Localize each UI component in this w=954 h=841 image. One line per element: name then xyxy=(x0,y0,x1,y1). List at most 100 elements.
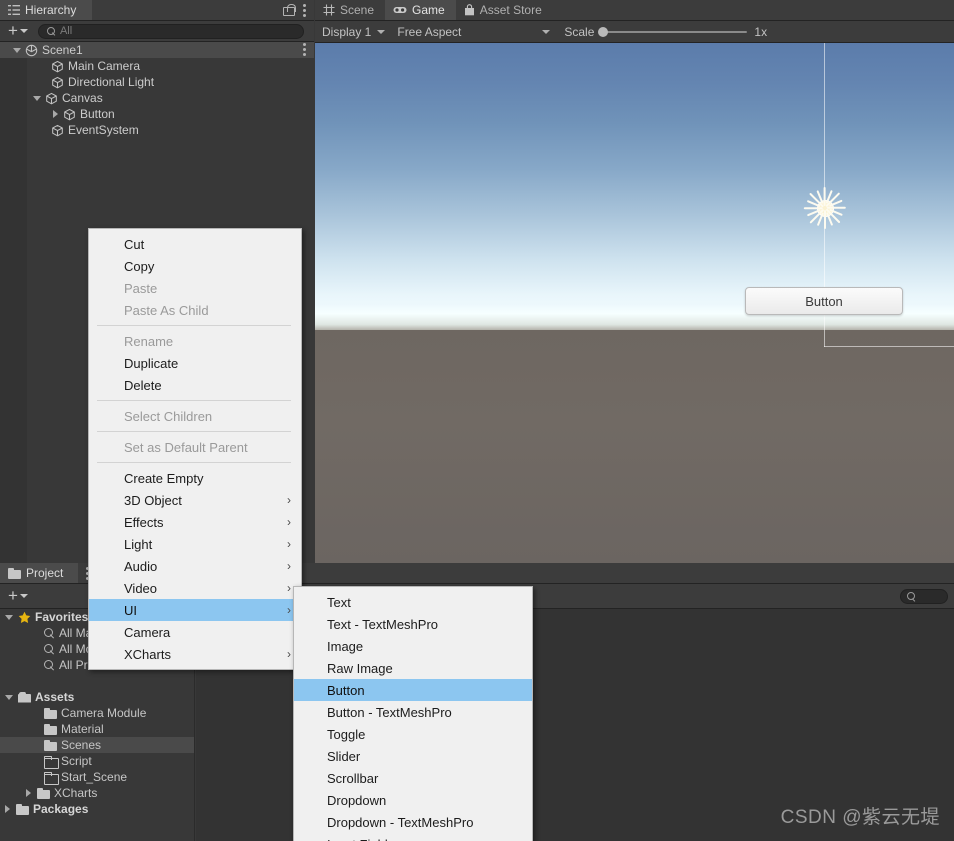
project-item-scenes[interactable]: Scenes xyxy=(0,737,194,753)
menu-item-image[interactable]: Image xyxy=(294,635,532,657)
menu-item-text[interactable]: Text xyxy=(294,591,532,613)
project-item-material[interactable]: Material xyxy=(0,721,194,737)
menu-item-audio[interactable]: Audio › xyxy=(89,555,301,577)
kebab-menu-icon[interactable] xyxy=(303,3,306,17)
menu-item-text-textmeshpro[interactable]: Text - TextMeshPro xyxy=(294,613,532,635)
hierarchy-icon xyxy=(8,5,20,15)
menu-separator xyxy=(97,325,291,326)
search-icon xyxy=(46,26,56,36)
menu-item-video[interactable]: Video › xyxy=(89,577,301,599)
gameview-tabstrip: Scene Game Asset Store xyxy=(315,0,954,21)
aspect-dropdown[interactable]: Free Aspect xyxy=(390,23,555,41)
tab-scene[interactable]: Scene xyxy=(315,0,385,20)
menu-item-input-field[interactable]: Input Field xyxy=(294,833,532,841)
chevron-right-icon: › xyxy=(287,537,291,551)
hierarchy-context-menu[interactable]: Cut Copy Paste Paste As Child Rename Duplicat… xyxy=(88,228,302,670)
hierarchy-item-directional-light[interactable]: Directional Light xyxy=(0,74,314,90)
hierarchy-item-main-camera[interactable]: Main Camera xyxy=(0,58,314,74)
project-item-packages[interactable]: Packages xyxy=(0,801,194,817)
menu-item-create-empty[interactable]: Create Empty xyxy=(89,467,301,489)
tab-label: Game xyxy=(412,3,445,17)
search-icon xyxy=(907,592,916,601)
project-search-input[interactable] xyxy=(900,589,948,604)
display-dropdown-label: Display 1 xyxy=(322,24,372,39)
menu-item-label: Effects xyxy=(124,514,164,530)
menu-item-raw-image[interactable]: Raw Image xyxy=(294,657,532,679)
menu-item-dropdown[interactable]: Dropdown xyxy=(294,789,532,811)
hierarchy-item-label: Button xyxy=(80,107,115,121)
project-item-start-scene[interactable]: Start_Scene xyxy=(0,769,194,785)
hierarchy-item-button[interactable]: Button xyxy=(0,106,314,122)
hierarchy-item-eventsystem[interactable]: EventSystem xyxy=(0,122,314,138)
hierarchy-search-placeholder: All xyxy=(59,25,73,37)
gameobject-icon xyxy=(51,124,64,137)
create-gameobject-button[interactable]: + xyxy=(4,21,32,40)
menu-item-ui[interactable]: UI › xyxy=(89,599,301,621)
kebab-menu-icon[interactable] xyxy=(303,43,306,56)
menu-item-3d-object[interactable]: 3D Object › xyxy=(89,489,301,511)
chevron-down-icon[interactable] xyxy=(13,47,21,53)
gamepad-icon xyxy=(393,5,407,15)
chevron-down-icon[interactable] xyxy=(5,694,13,700)
menu-item-effects[interactable]: Effects › xyxy=(89,511,301,533)
chevron-right-icon[interactable] xyxy=(5,805,10,813)
project-item-label: Assets xyxy=(35,690,75,704)
tab-project-label: Project xyxy=(26,566,64,580)
tab-project[interactable]: Project xyxy=(0,563,78,583)
menu-item-label: Copy xyxy=(124,258,155,274)
tab-label: Asset Store xyxy=(479,3,542,17)
menu-item-copy[interactable]: Copy xyxy=(89,255,301,277)
tab-hierarchy[interactable]: Hierarchy xyxy=(0,0,92,20)
tab-asset-store[interactable]: Asset Store xyxy=(456,0,553,20)
scale-slider-knob[interactable] xyxy=(598,26,609,37)
menu-item-light[interactable]: Light › xyxy=(89,533,301,555)
menu-item-label: Slider xyxy=(327,748,361,764)
tab-game[interactable]: Game xyxy=(385,0,456,20)
scale-slider[interactable] xyxy=(598,26,748,37)
chevron-right-icon[interactable] xyxy=(26,789,31,797)
chevron-down-icon[interactable] xyxy=(5,614,13,620)
plus-icon: + xyxy=(8,21,18,40)
folder-icon xyxy=(44,707,57,719)
display-dropdown[interactable]: Display 1 xyxy=(315,23,390,41)
game-render-canvas[interactable]: Button xyxy=(315,43,954,563)
menu-item-dropdown-textmeshpro[interactable]: Dropdown - TextMeshPro xyxy=(294,811,532,833)
ui-button-preview[interactable]: Button xyxy=(745,287,903,315)
menu-item-delete[interactable]: Delete xyxy=(89,374,301,396)
menu-item-xcharts[interactable]: XCharts › xyxy=(89,643,301,665)
project-item-assets[interactable]: Assets xyxy=(0,689,194,705)
chevron-right-icon: › xyxy=(287,647,291,661)
folder-icon xyxy=(44,739,57,751)
hierarchy-item-canvas[interactable]: Canvas xyxy=(0,90,314,106)
project-item-script[interactable]: Script xyxy=(0,753,194,769)
menu-item-label: Rename xyxy=(124,333,174,349)
menu-item-cut[interactable]: Cut xyxy=(89,233,301,255)
menu-item-slider[interactable]: Slider xyxy=(294,745,532,767)
hierarchy-item-label: EventSystem xyxy=(68,123,139,137)
chevron-down-icon xyxy=(19,29,28,33)
menu-item-toggle[interactable]: Toggle xyxy=(294,723,532,745)
project-item-label: Favorites xyxy=(35,610,89,624)
gameview-toolbar: Display 1 Free Aspect Scale 1x xyxy=(315,21,954,43)
hierarchy-header-icons xyxy=(283,0,314,20)
menu-item-label: Camera xyxy=(124,624,171,640)
chevron-right-icon[interactable] xyxy=(53,110,58,118)
project-item-camera-module[interactable]: Camera Module xyxy=(0,705,194,721)
ui-submenu[interactable]: Text Text - TextMeshPro Image Raw Image Butt… xyxy=(293,586,533,841)
menu-item-label: Select Children xyxy=(124,408,213,424)
lock-icon[interactable] xyxy=(283,4,296,16)
menu-item-button-textmeshpro[interactable]: Button - TextMeshPro xyxy=(294,701,532,723)
menu-item-button[interactable]: Button xyxy=(294,679,532,701)
hierarchy-search-input[interactable]: All xyxy=(37,23,304,39)
menu-item-label: Set as Default Parent xyxy=(124,439,248,455)
hierarchy-item-scene1[interactable]: Scene1 xyxy=(0,42,314,58)
menu-item-camera[interactable]: Camera xyxy=(89,621,301,643)
menu-item-scrollbar[interactable]: Scrollbar xyxy=(294,767,532,789)
search-icon xyxy=(44,659,55,671)
project-item-xcharts[interactable]: XCharts xyxy=(0,785,194,801)
hierarchy-item-label: Canvas xyxy=(62,91,103,105)
chevron-down-icon[interactable] xyxy=(33,95,41,101)
menu-item-duplicate[interactable]: Duplicate xyxy=(89,352,301,374)
game-view-panel: Scene Game Asset Store Display 1 Free Aspe… xyxy=(315,0,954,563)
create-asset-button[interactable]: + xyxy=(4,587,32,604)
